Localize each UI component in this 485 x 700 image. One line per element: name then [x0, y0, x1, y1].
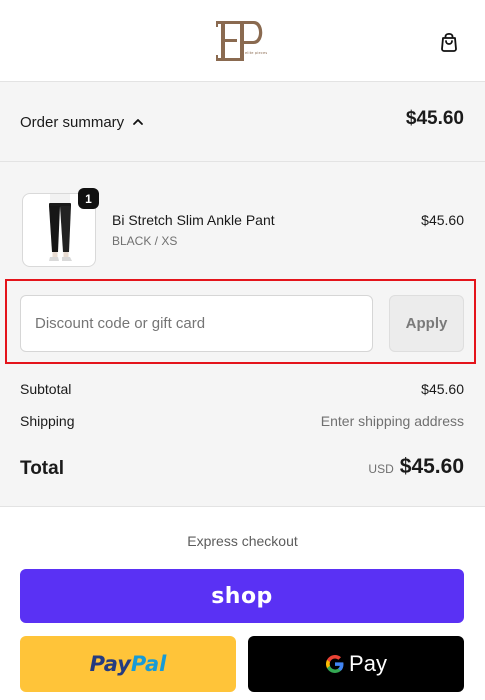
apply-discount-button[interactable]: Apply [389, 295, 464, 352]
shipping-value: Enter shipping address [320, 413, 464, 429]
header: elite pieces [0, 0, 485, 82]
order-summary-panel: 1 Bi Stretch Slim Ankle Pant BLACK / XS … [0, 162, 485, 507]
product-name: Bi Stretch Slim Ankle Pant [112, 212, 275, 228]
ep-monogram-logo-icon [216, 21, 263, 61]
quantity-badge: 1 [78, 188, 99, 209]
total-label: Total [20, 458, 64, 479]
logo-tagline: elite pieces [245, 51, 268, 55]
order-summary-label: Order summary [20, 113, 125, 131]
shopping-bag-icon[interactable] [438, 30, 460, 52]
google-pay-button[interactable]: Pay [248, 636, 464, 692]
checkout-page: elite pieces Order summary $45.60 1 Bi S… [0, 0, 485, 700]
product-price: $45.60 [421, 212, 464, 228]
express-checkout-title: Express checkout [187, 533, 298, 549]
paypal-label-pal: Pal [130, 652, 167, 676]
google-pay-label: Pay [349, 651, 387, 676]
google-g-icon [326, 655, 344, 673]
shipping-label: Shipping [20, 413, 75, 429]
product-variant: BLACK / XS [112, 234, 178, 248]
order-summary-bar: Order summary $45.60 [0, 82, 485, 162]
total-value-group: USD $45.60 [368, 455, 464, 479]
order-summary-total: $45.60 [405, 108, 464, 129]
order-summary-toggle[interactable]: Order summary [20, 110, 144, 134]
chevron-up-icon [133, 119, 144, 125]
subtotal-value: $45.60 [421, 381, 464, 397]
currency-code: USD [368, 462, 394, 476]
paypal-label-pay: Pay [89, 652, 131, 676]
grand-total: $45.60 [399, 455, 464, 478]
discount-code-input[interactable] [20, 295, 373, 352]
subtotal-label: Subtotal [20, 381, 72, 397]
shop-pay-button[interactable]: shop [20, 569, 464, 623]
paypal-button[interactable]: PayPal [20, 636, 236, 692]
store-logo[interactable]: elite pieces [212, 18, 272, 64]
